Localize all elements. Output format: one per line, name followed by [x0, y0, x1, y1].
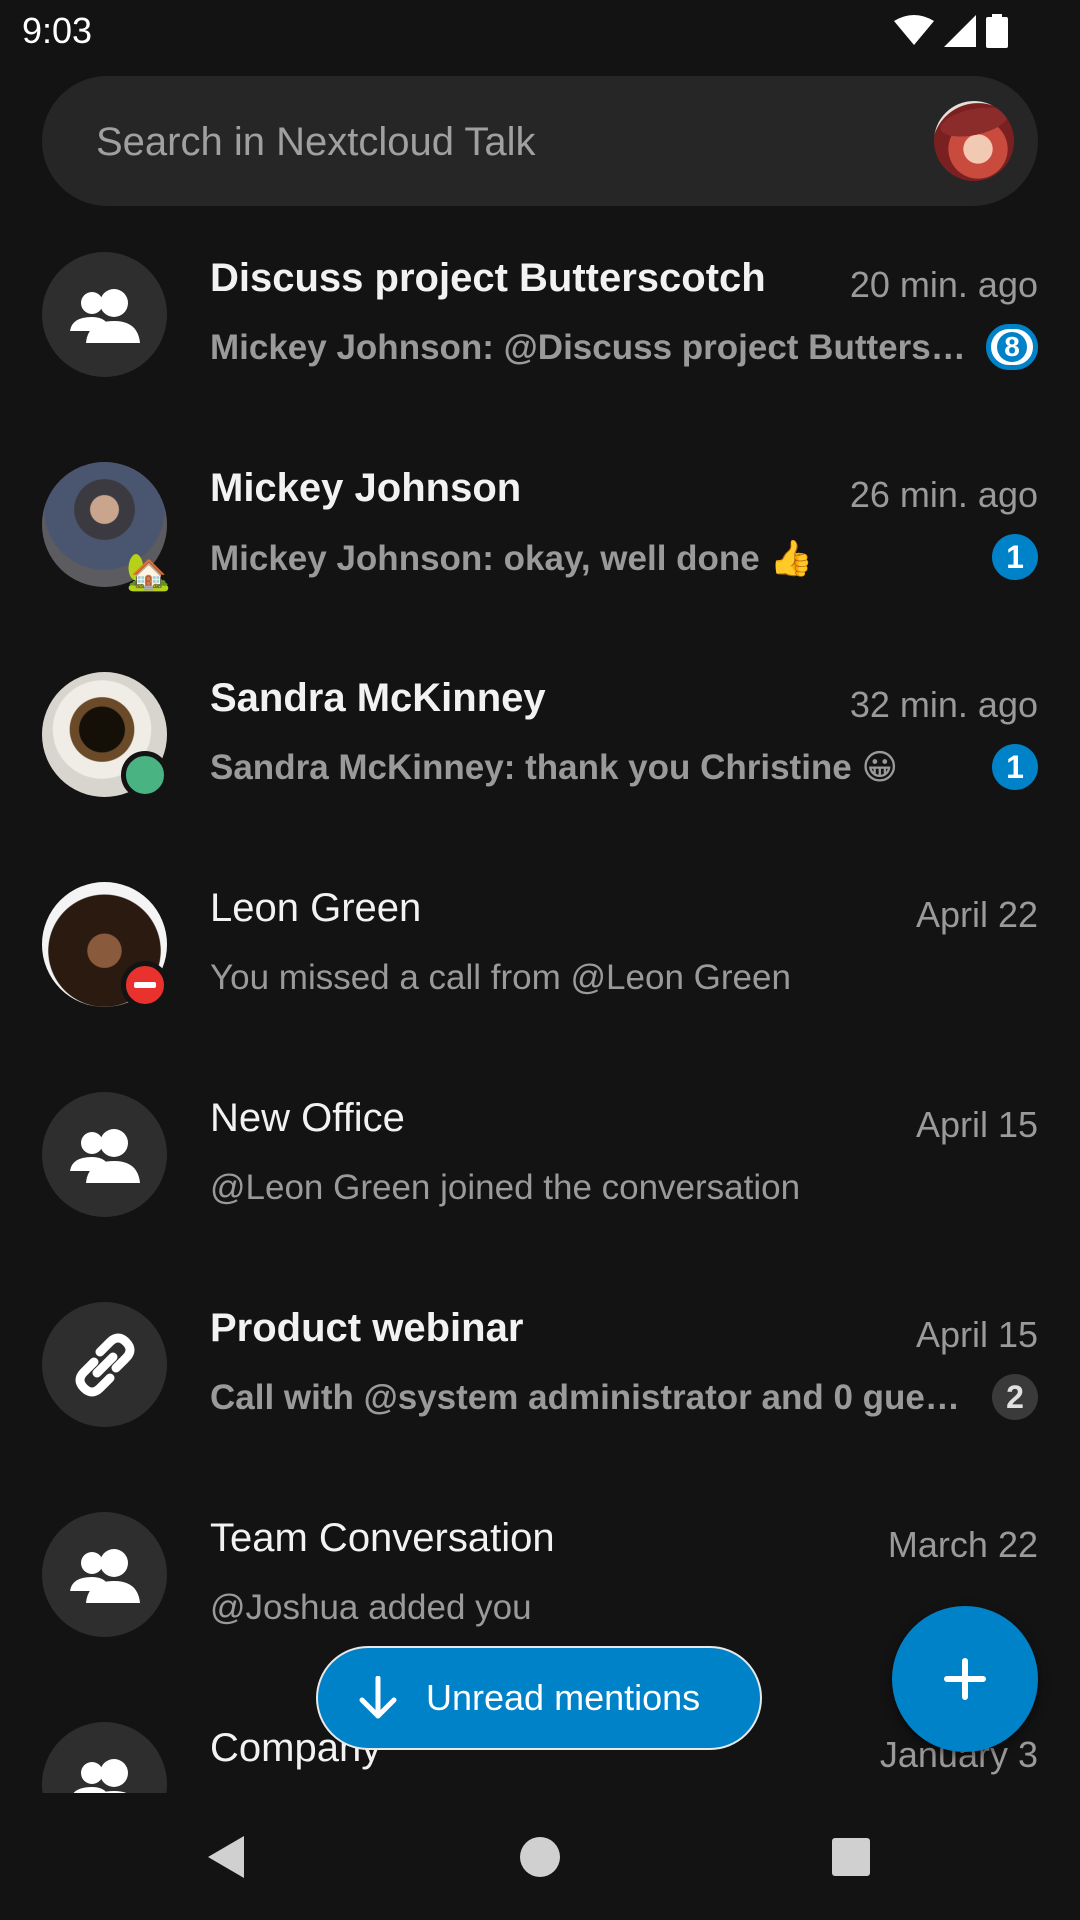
- arrow-down-icon: [359, 1676, 397, 1719]
- conversation-time: April 15: [915, 1314, 1038, 1355]
- conversation-time: March 22: [887, 1524, 1038, 1565]
- search-bar[interactable]: Search in Nextcloud Talk: [42, 76, 1038, 206]
- conversation-avatar: [42, 882, 169, 1009]
- signal-icon: [944, 15, 976, 47]
- unread-count: 8: [997, 331, 1027, 362]
- group-icon: [72, 1758, 128, 1793]
- conversation-title: Team Conversation: [210, 1516, 555, 1560]
- unread-badge: 1: [992, 744, 1038, 790]
- conversation-list: Discuss project Butterscotch 20 min. ago…: [0, 250, 1080, 1793]
- conversation-row[interactable]: Sandra McKinney 32 min. ago Sandra McKin…: [0, 672, 1080, 882]
- conversation-preview: Mickey Johnson: okay, well done 👍: [210, 539, 814, 578]
- conversation-preview: @Leon Green joined the conversation: [210, 1168, 801, 1207]
- conversation-preview: @Joshua added you: [210, 1588, 532, 1627]
- conversation-time: 32 min. ago: [849, 684, 1038, 725]
- conversation-time: 26 min. ago: [849, 474, 1038, 515]
- conversation-title: Mickey Johnson: [210, 466, 522, 510]
- back-icon[interactable]: [204, 1834, 250, 1880]
- conversation-time: 20 min. ago: [849, 264, 1038, 305]
- conversation-row[interactable]: Leon Green April 22 You missed a call fr…: [0, 882, 1080, 1092]
- conversation-preview: Mickey Johnson: @Discuss project Butters…: [210, 328, 970, 367]
- conversation-avatar: [42, 1092, 167, 1217]
- status-bar: 9:03: [0, 0, 1080, 62]
- wifi-icon: [894, 15, 934, 45]
- conversation-title: New Office: [210, 1096, 405, 1140]
- conversation-title: Discuss project Butterscotch: [210, 256, 766, 300]
- conversation-row[interactable]: Product webinar April 15 Call with @syst…: [0, 1302, 1080, 1512]
- status-icons: [894, 14, 1008, 48]
- conversation-list-screen: 9:03 Search in Nextcloud Talk Discuss pr…: [0, 0, 1080, 1920]
- plus-icon: [944, 1658, 986, 1700]
- conversation-preview: Call with @system administrator and 0 gu…: [210, 1378, 970, 1417]
- conversation-preview: You missed a call from @Leon Green: [210, 958, 791, 997]
- conversation-title: Product webinar: [210, 1306, 524, 1350]
- conversation-title: Sandra McKinney: [210, 676, 546, 720]
- status-time: 9:03: [22, 10, 93, 51]
- group-icon: [69, 1548, 140, 1603]
- conversation-avatar: [42, 672, 169, 799]
- system-navigation-bar: [0, 1794, 1080, 1920]
- recents-icon[interactable]: [828, 1834, 874, 1880]
- link-icon: [75, 1333, 134, 1396]
- conversation-time: April 22: [915, 894, 1038, 935]
- conversation-avatar: [42, 1302, 167, 1427]
- new-conversation-button[interactable]: [892, 1606, 1038, 1752]
- conversation-time: April 15: [915, 1104, 1038, 1145]
- search-input[interactable]: Search in Nextcloud Talk: [96, 120, 536, 165]
- status-emoji: 🏡: [126, 551, 171, 592]
- user-avatar-button[interactable]: [934, 101, 1014, 181]
- conversation-title: Leon Green: [210, 886, 422, 930]
- conversation-avatar: [42, 1722, 167, 1793]
- unread-mentions-button[interactable]: Unread mentions: [316, 1646, 762, 1750]
- unread-badge: 2: [992, 1374, 1038, 1420]
- do-not-disturb-icon: [121, 961, 169, 1009]
- conversation-avatar: [42, 1512, 167, 1637]
- conversation-row[interactable]: 🏡 Mickey Johnson 26 min. ago Mickey John…: [0, 462, 1080, 672]
- conversation-avatar: 🏡: [42, 462, 171, 592]
- conversation-avatar: [42, 252, 167, 377]
- avatar-hat-shape: [938, 102, 1010, 142]
- conversation-preview: Sandra McKinney: thank you Christine 😀: [210, 748, 898, 787]
- home-icon[interactable]: [517, 1834, 563, 1880]
- mention-badge: 8: [986, 324, 1038, 370]
- unread-badge: 1: [992, 534, 1038, 580]
- conversation-row[interactable]: New Office April 15 @Leon Green joined t…: [0, 1092, 1080, 1302]
- conversation-row[interactable]: Discuss project Butterscotch 20 min. ago…: [0, 252, 1080, 462]
- group-icon: [69, 288, 140, 343]
- unread-mentions-label: Unread mentions: [426, 1677, 701, 1718]
- battery-icon: [986, 14, 1008, 48]
- online-status-dot: [121, 751, 169, 799]
- group-icon: [69, 1128, 140, 1183]
